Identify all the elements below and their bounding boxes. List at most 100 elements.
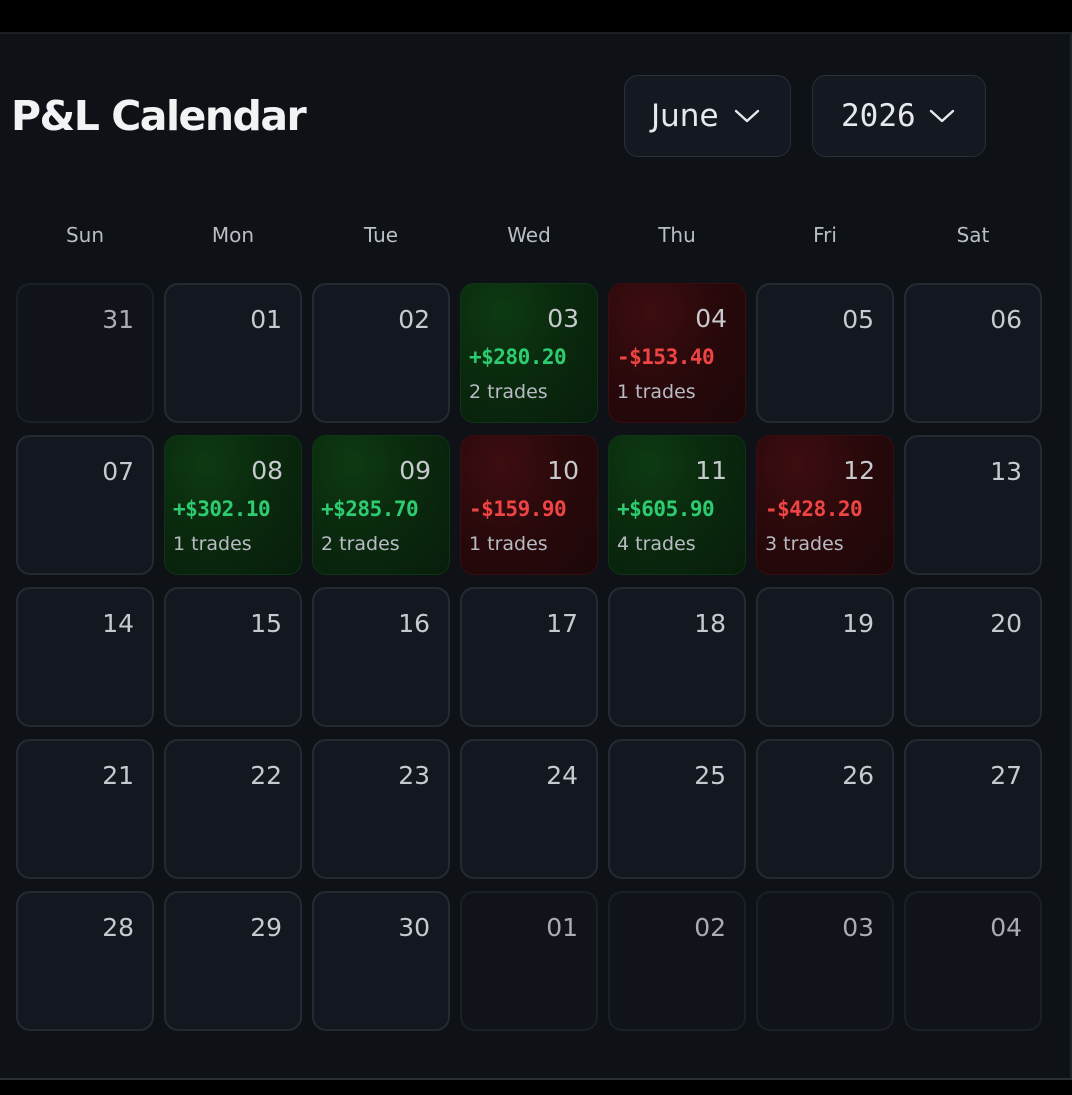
calendar-day-cell[interactable]: 01 (460, 891, 598, 1031)
year-select[interactable]: 2026 (812, 75, 986, 157)
top-bar (0, 0, 1072, 34)
trade-count: 1 trades (469, 533, 548, 555)
weekday-label-tue: Tue (363, 223, 399, 247)
day-loss: -$428.20 (765, 497, 863, 521)
weekday-label-wed: Wed (507, 223, 551, 247)
day-number: 25 (694, 761, 726, 790)
year-select-value: 2026 (841, 97, 916, 134)
chevron-down-icon (734, 109, 760, 123)
day-number: 03 (547, 304, 579, 333)
trade-count: 2 trades (469, 381, 548, 403)
day-number: 26 (842, 761, 874, 790)
day-number: 01 (250, 305, 282, 334)
day-number: 02 (694, 913, 726, 942)
day-profit: +$302.10 (173, 497, 271, 521)
day-loss: -$159.90 (469, 497, 567, 521)
day-number: 24 (546, 761, 578, 790)
calendar-day-cell[interactable]: 08 +$302.10 1 trades (164, 435, 302, 575)
calendar-day-cell[interactable]: 13 (904, 435, 1042, 575)
calendar-day-cell[interactable]: 26 (756, 739, 894, 879)
calendar-day-cell[interactable]: 18 (608, 587, 746, 727)
page-title: P&L Calendar (11, 92, 307, 140)
day-number: 27 (990, 761, 1022, 790)
day-number: 28 (102, 913, 134, 942)
calendar-day-cell[interactable]: 11 +$605.90 4 trades (608, 435, 746, 575)
day-number: 14 (102, 609, 134, 638)
calendar-day-cell[interactable]: 31 (16, 283, 154, 423)
calendar-day-cell[interactable]: 02 (312, 283, 450, 423)
calendar-day-cell[interactable]: 04 -$153.40 1 trades (608, 283, 746, 423)
day-number: 03 (842, 913, 874, 942)
calendar-day-cell[interactable]: 05 (756, 283, 894, 423)
calendar-day-cell[interactable]: 21 (16, 739, 154, 879)
calendar-day-cell[interactable]: 27 (904, 739, 1042, 879)
day-number: 04 (695, 304, 727, 333)
trade-count: 1 trades (173, 533, 252, 555)
weekday-label-mon: Mon (211, 223, 255, 247)
day-number: 20 (990, 609, 1022, 638)
day-number: 18 (694, 609, 726, 638)
day-number: 19 (842, 609, 874, 638)
calendar-day-cell[interactable]: 30 (312, 891, 450, 1031)
calendar-day-cell[interactable]: 20 (904, 587, 1042, 727)
calendar-day-cell[interactable]: 22 (164, 739, 302, 879)
day-number: 02 (398, 305, 430, 334)
weekday-label-fri: Fri (813, 223, 837, 247)
day-number: 22 (250, 761, 282, 790)
day-profit: +$280.20 (469, 345, 567, 369)
calendar-day-cell[interactable]: 16 (312, 587, 450, 727)
day-number: 11 (695, 456, 727, 485)
day-number: 06 (990, 305, 1022, 334)
calendar-day-cell[interactable]: 15 (164, 587, 302, 727)
calendar-day-cell[interactable]: 23 (312, 739, 450, 879)
day-number: 10 (547, 456, 579, 485)
chevron-down-icon (929, 109, 955, 123)
day-profit: +$605.90 (617, 497, 715, 521)
bottom-bar (0, 1078, 1072, 1095)
trade-count: 4 trades (617, 533, 696, 555)
day-number: 05 (842, 305, 874, 334)
calendar-day-cell[interactable]: 09 +$285.70 2 trades (312, 435, 450, 575)
calendar-day-cell[interactable]: 29 (164, 891, 302, 1031)
day-number: 01 (546, 913, 578, 942)
weekday-label-sun: Sun (65, 223, 105, 247)
day-number: 30 (398, 913, 430, 942)
calendar-day-cell[interactable]: 25 (608, 739, 746, 879)
trade-count: 2 trades (321, 533, 400, 555)
day-number: 13 (990, 457, 1022, 486)
day-number: 23 (398, 761, 430, 790)
day-number: 04 (990, 913, 1022, 942)
calendar-day-cell[interactable]: 24 (460, 739, 598, 879)
calendar-day-cell[interactable]: 28 (16, 891, 154, 1031)
day-number: 09 (399, 456, 431, 485)
month-select[interactable]: June (624, 75, 791, 157)
day-number: 21 (102, 761, 134, 790)
day-number: 08 (251, 456, 283, 485)
month-select-value: June (651, 97, 719, 134)
day-number: 12 (843, 456, 875, 485)
calendar-day-cell[interactable]: 14 (16, 587, 154, 727)
day-number: 29 (250, 913, 282, 942)
calendar-day-cell[interactable]: 01 (164, 283, 302, 423)
calendar-day-cell[interactable]: 02 (608, 891, 746, 1031)
day-number: 17 (546, 609, 578, 638)
calendar-day-cell[interactable]: 19 (756, 587, 894, 727)
trade-count: 3 trades (765, 533, 844, 555)
day-number: 15 (250, 609, 282, 638)
calendar-day-cell[interactable]: 12 -$428.20 3 trades (756, 435, 894, 575)
calendar-day-cell[interactable]: 04 (904, 891, 1042, 1031)
trade-count: 1 trades (617, 381, 696, 403)
day-number: 16 (398, 609, 430, 638)
calendar-day-cell[interactable]: 07 (16, 435, 154, 575)
calendar-day-cell[interactable]: 10 -$159.90 1 trades (460, 435, 598, 575)
weekday-label-sat: Sat (956, 223, 990, 247)
day-profit: +$285.70 (321, 497, 419, 521)
calendar-day-cell[interactable]: 06 (904, 283, 1042, 423)
calendar-day-cell[interactable]: 03 (756, 891, 894, 1031)
calendar-day-cell[interactable]: 03 +$280.20 2 trades (460, 283, 598, 423)
day-number: 31 (102, 305, 134, 334)
weekday-label-thu: Thu (658, 223, 696, 247)
day-number: 07 (102, 457, 134, 486)
day-loss: -$153.40 (617, 345, 715, 369)
calendar-day-cell[interactable]: 17 (460, 587, 598, 727)
